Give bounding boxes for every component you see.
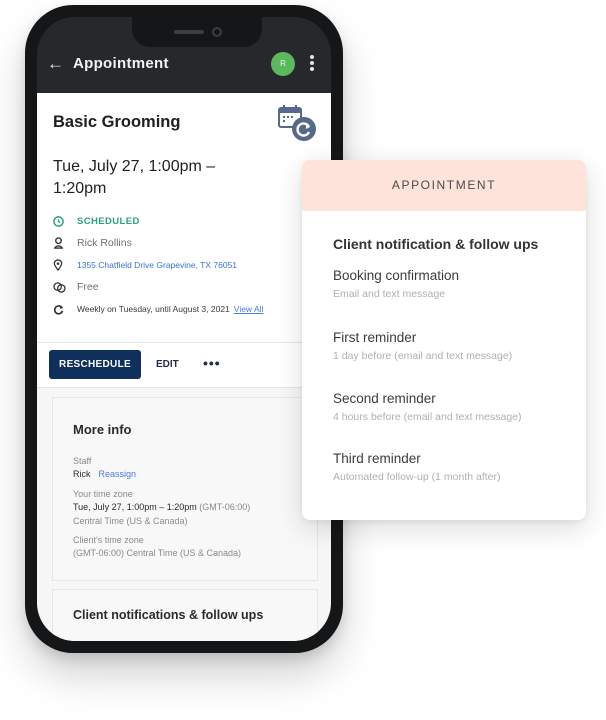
repeat-icon xyxy=(53,302,77,316)
appointment-datetime: Tue, July 27, 1:00pm – 1:20pm xyxy=(53,158,216,197)
staff-value: Rick Reassign xyxy=(73,469,136,479)
address-link[interactable]: 1355 Chatfield Drive Grapevine, TX 76051 xyxy=(77,260,237,270)
price-row: Free xyxy=(53,276,315,298)
notification-item: First reminder 1 day before (email and t… xyxy=(333,330,512,362)
address-row: 1355 Chatfield Drive Grapevine, TX 76051 xyxy=(53,254,315,276)
page-title: Appointment xyxy=(73,55,169,72)
recurrence-text: Weekly on Tuesday, until August 3, 2021 xyxy=(77,304,230,314)
notification-name: Booking confirmation xyxy=(333,268,460,283)
phone-notch xyxy=(132,17,262,47)
appointment-content: Basic Grooming Tue, July 27, 1:00pm – 1:… xyxy=(37,93,331,641)
more-vertical-icon[interactable] xyxy=(309,55,315,73)
notification-item: Third reminder Automated follow-up (1 mo… xyxy=(333,451,501,483)
camera xyxy=(212,27,222,37)
coins-icon xyxy=(53,280,77,294)
notification-detail: 4 hours before (email and text message) xyxy=(333,411,522,423)
clock-check-icon xyxy=(53,214,77,228)
appointment-notifications-panel: APPOINTMENT Client notification & follow… xyxy=(302,160,586,520)
more-options-button[interactable]: ••• xyxy=(203,350,221,379)
your-timezone-name: Central Time (US & Canada) xyxy=(73,516,188,526)
speaker xyxy=(174,30,204,34)
staff-name: Rick xyxy=(73,469,91,479)
appointment-summary: Basic Grooming Tue, July 27, 1:00pm – 1:… xyxy=(37,93,331,343)
client-name[interactable]: Rick Rollins xyxy=(77,237,132,249)
notification-name: First reminder xyxy=(333,330,417,345)
phone-screen: ← Appointment R Basic Grooming Tue, July… xyxy=(37,17,331,641)
calendar-reschedule-icon xyxy=(278,105,316,141)
phone-frame: ← Appointment R Basic Grooming Tue, July… xyxy=(25,5,343,653)
notification-item: Second reminder 4 hours before (email an… xyxy=(333,391,522,423)
panel-header: APPOINTMENT xyxy=(302,160,586,211)
location-pin-icon xyxy=(53,258,77,272)
client-timezone-value: (GMT-06:00) Central Time (US & Canada) xyxy=(73,548,242,558)
reassign-link[interactable]: Reassign xyxy=(99,469,137,479)
more-info-card: More info Staff Rick Reassign Your time z… xyxy=(52,397,318,581)
your-tz-time: Tue, July 27, 1:00pm – 1:20pm xyxy=(73,502,197,512)
reschedule-button[interactable]: RESCHEDULE xyxy=(49,350,141,379)
client-notifications-title: Client notifications & follow ups xyxy=(73,608,264,622)
your-tz-offset: (GMT-06:00) xyxy=(199,502,251,512)
notification-name: Third reminder xyxy=(333,451,421,466)
recurrence-row: Weekly on Tuesday, until August 3, 2021 … xyxy=(53,298,315,320)
more-info-title: More info xyxy=(73,422,132,437)
your-timezone-time: Tue, July 27, 1:00pm – 1:20pm (GMT-06:00… xyxy=(73,502,250,512)
status-row: SCHEDULED xyxy=(53,210,315,232)
view-all-link[interactable]: View All xyxy=(234,304,264,314)
staff-label: Staff xyxy=(73,456,92,466)
notification-detail: Automated follow-up (1 month after) xyxy=(333,471,501,483)
price: Free xyxy=(77,281,99,293)
client-timezone-label: Client's time zone xyxy=(73,535,144,545)
avatar[interactable]: R xyxy=(271,52,295,76)
action-bar: RESCHEDULE EDIT ••• xyxy=(37,343,331,388)
notification-item: Booking confirmation Email and text mess… xyxy=(333,268,459,300)
panel-title: Client notification & follow ups xyxy=(333,236,539,252)
client-row: Rick Rollins xyxy=(53,232,315,254)
your-timezone-label: Your time zone xyxy=(73,489,133,499)
edit-button[interactable]: EDIT xyxy=(156,350,179,379)
notification-detail: Email and text message xyxy=(333,288,446,300)
person-icon xyxy=(53,236,77,250)
notification-detail: 1 day before (email and text message) xyxy=(333,350,513,362)
service-title: Basic Grooming xyxy=(53,113,181,131)
arrow-left-icon[interactable]: ← xyxy=(47,55,64,73)
notification-name: Second reminder xyxy=(333,391,436,406)
client-notifications-card[interactable]: Client notifications & follow ups xyxy=(52,589,318,641)
status-badge: SCHEDULED xyxy=(77,215,140,227)
